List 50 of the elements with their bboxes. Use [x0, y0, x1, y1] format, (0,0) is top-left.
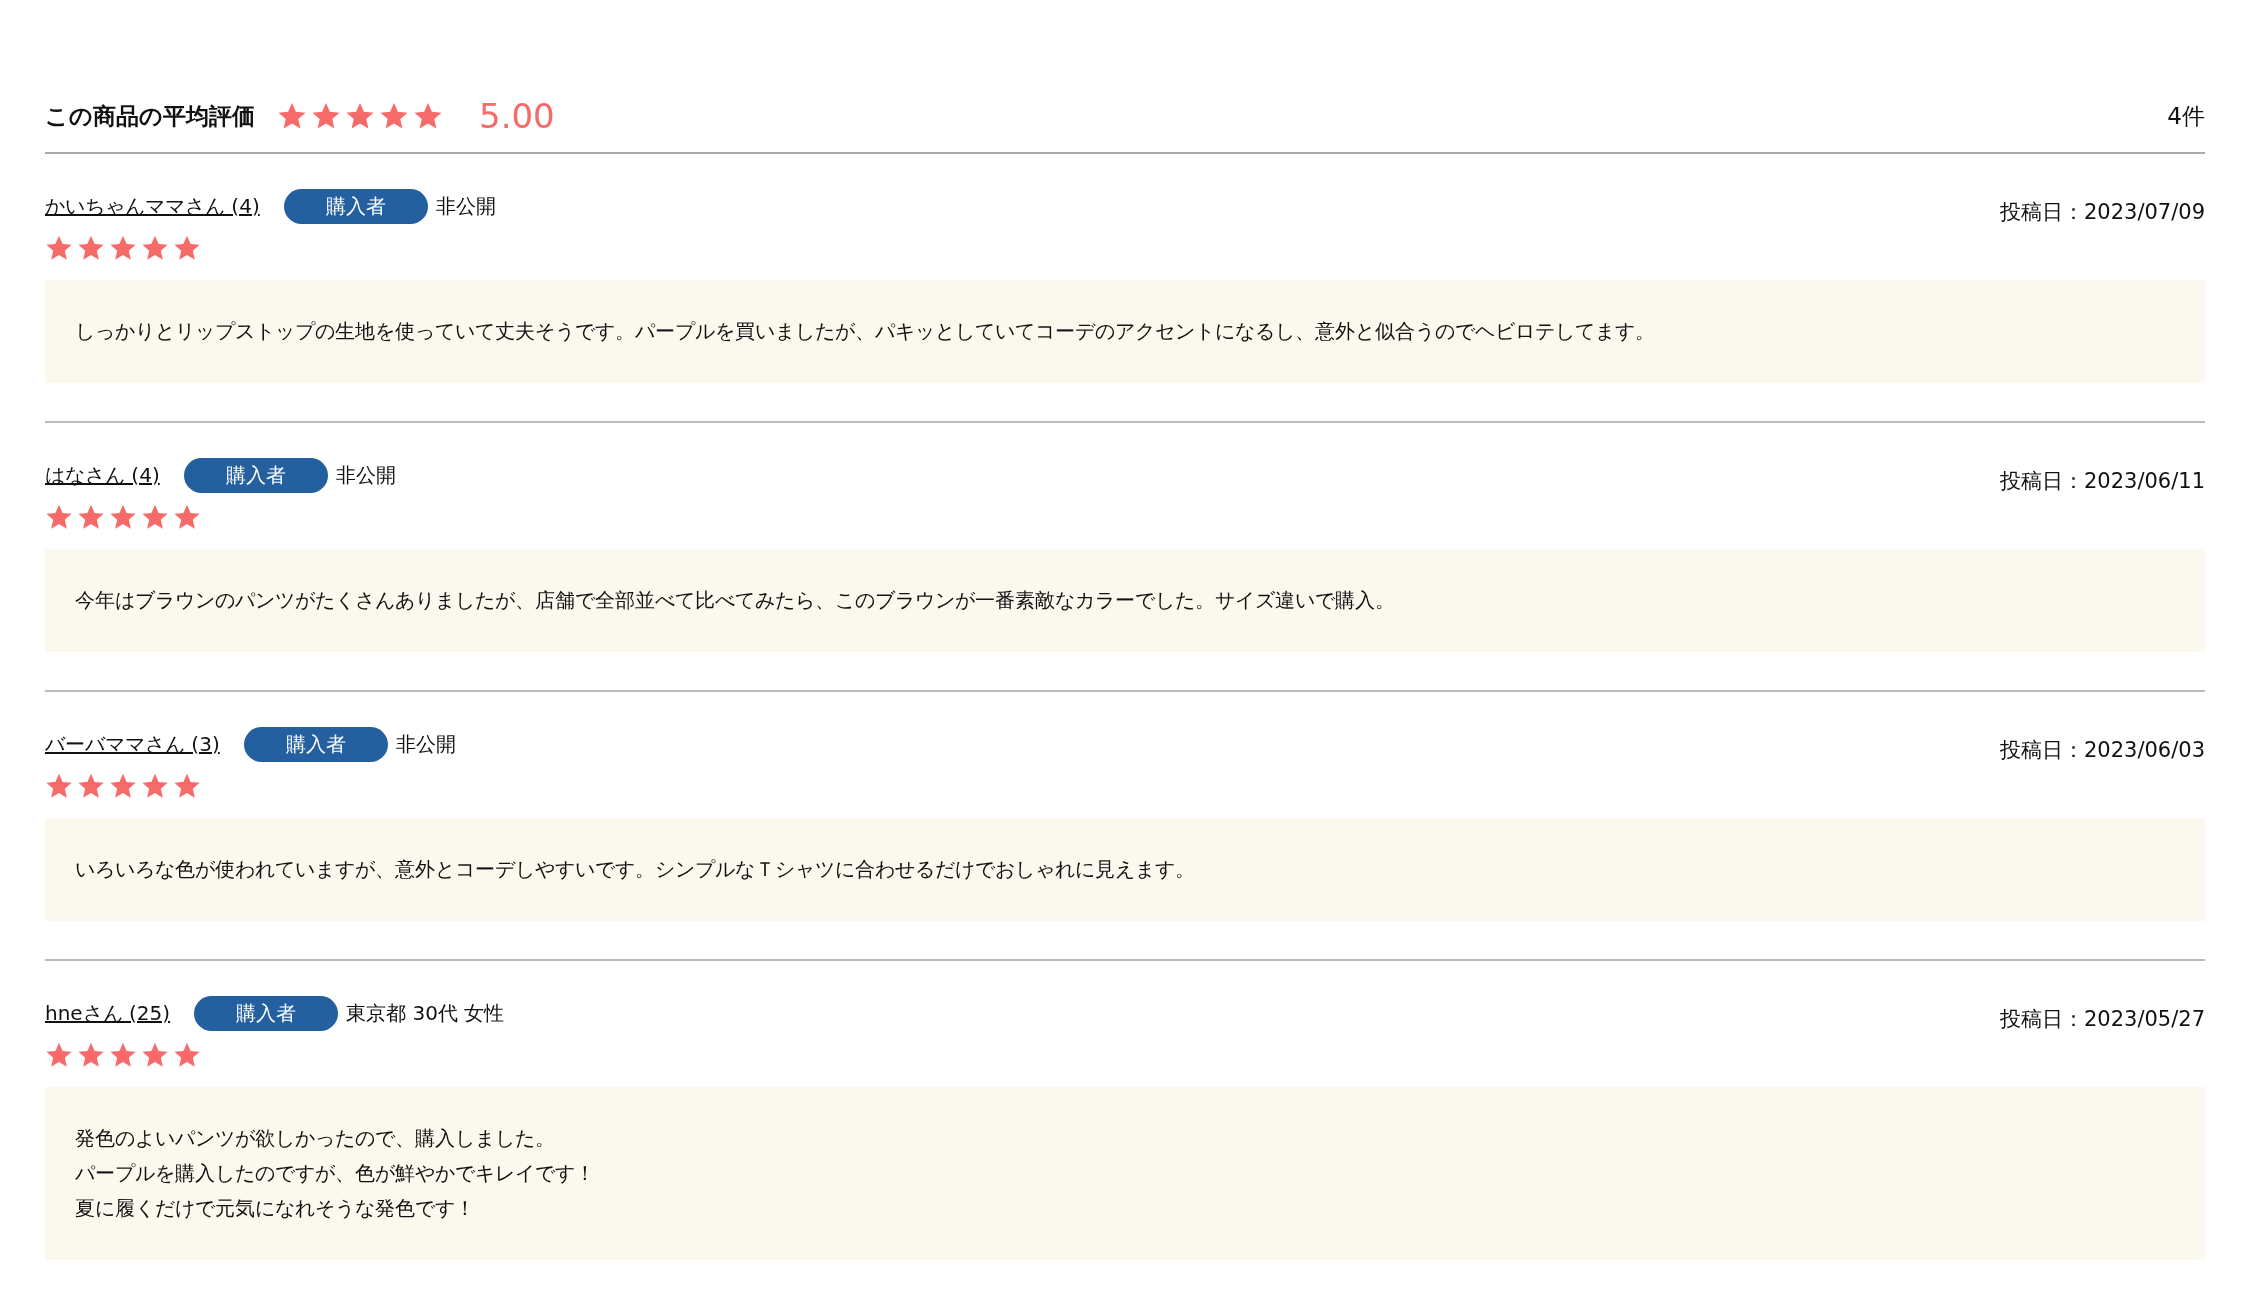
star-icon	[109, 234, 137, 262]
star-icon	[173, 1041, 201, 1069]
star-icon	[173, 503, 201, 531]
post-date: 投稿日：2023/06/11	[1999, 468, 2205, 495]
star-icon	[45, 503, 73, 531]
star-icon	[173, 772, 201, 800]
reviewer-profile: 非公開	[335, 461, 396, 489]
reviewer-profile: 非公開	[395, 730, 456, 758]
review-comment: 発色のよいパンツが欲しかったので、購入しました。	[75, 1125, 556, 1152]
star-icon	[141, 234, 169, 262]
post-date: 投稿日：2023/05/27	[1999, 1006, 2205, 1033]
post-date: 投稿日：2023/06/03	[1999, 737, 2205, 764]
star-icon	[345, 101, 375, 131]
average-score: 5.00	[479, 96, 555, 136]
reviewer-link[interactable]: hneさん (25)	[45, 999, 171, 1027]
review-comment: パープルを購入したのですが、色が鮮やかでキレイです！	[75, 1160, 596, 1187]
star-icon	[141, 1041, 169, 1069]
star-icon	[141, 772, 169, 800]
rating-title: この商品の平均評価	[45, 101, 255, 131]
review-comment: しっかりとリップストップの生地を使っていて丈夫そうです。パープルを買いましたが、パキッとしていてコーデのアクセントになるし、意外と似合うのでヘビロテしてます。	[75, 318, 1656, 345]
post-date: 投稿日：2023/07/09	[1999, 199, 2205, 226]
reviewer-link[interactable]: はなさん (4)	[45, 461, 160, 489]
buyer-badge: 購入者	[243, 726, 388, 762]
reviewer-profile: 非公開	[435, 192, 496, 220]
review-comment: 夏に履くだけで元気になれそうな発色です！	[75, 1195, 476, 1222]
buyer-badge: 購入者	[183, 457, 328, 493]
reviewer-link[interactable]: バーバママさん (3)	[45, 730, 220, 758]
star-icon	[77, 234, 105, 262]
star-icon	[45, 234, 73, 262]
star-icon	[45, 1041, 73, 1069]
reviewer-profile: 東京都 30代 女性	[346, 999, 505, 1027]
star-icon	[109, 1041, 137, 1069]
reviewer-link[interactable]: かいちゃんママさん (4)	[45, 192, 260, 220]
star-icon	[77, 772, 105, 800]
star-icon	[311, 101, 341, 131]
star-icon	[77, 1041, 105, 1069]
star-icon	[109, 772, 137, 800]
star-icon	[45, 772, 73, 800]
review-comment: 今年はブラウンのパンツがたくさんありましたが、店舗で全部並べて比べてみたら、このブラウンが一番素敵なカラーでした。サイズ違いで購入。	[75, 587, 1396, 614]
star-icon	[77, 503, 105, 531]
star-icon	[141, 503, 169, 531]
star-icon	[413, 101, 443, 131]
buyer-badge: 購入者	[194, 995, 339, 1031]
buyer-badge: 購入者	[283, 188, 428, 224]
star-icon	[379, 101, 409, 131]
star-icon	[277, 101, 307, 131]
review-comment: いろいろな色が使われていますが、意外とコーデしやすいです。シンプルなＴシャツに合わせるだけでおしゃれに見えます。	[75, 856, 1196, 883]
star-icon	[173, 234, 201, 262]
star-icon	[109, 503, 137, 531]
review-count: 4件	[2167, 101, 2205, 131]
